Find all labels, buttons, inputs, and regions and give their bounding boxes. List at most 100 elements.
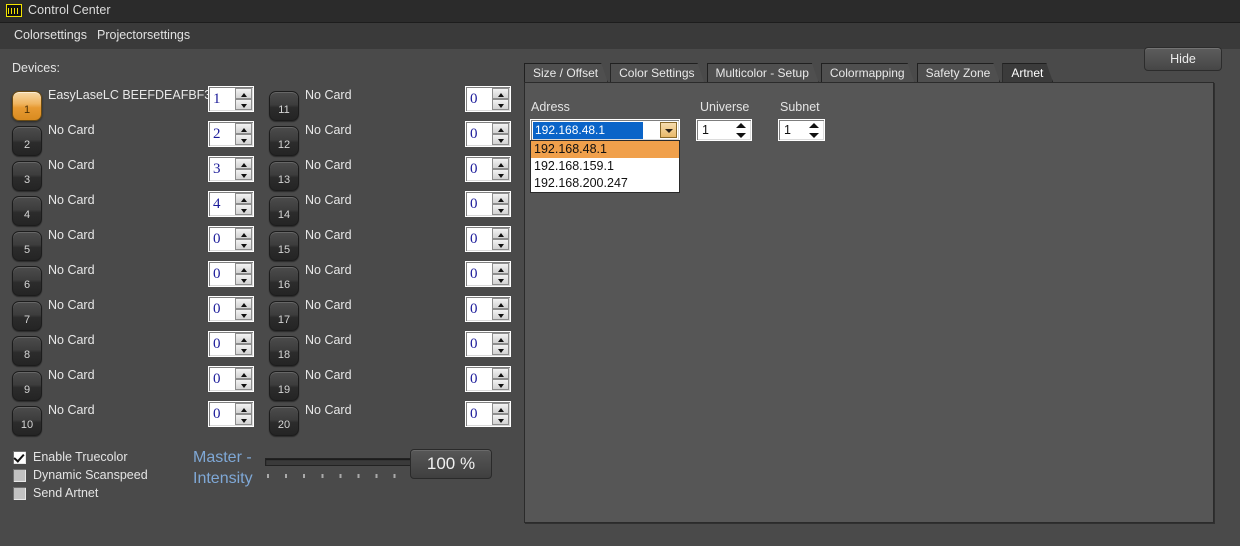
stepper-arrows-icon[interactable] bbox=[235, 403, 252, 425]
device-stepper-4[interactable]: 4 bbox=[208, 191, 254, 217]
stepper-down-icon[interactable] bbox=[235, 309, 252, 320]
device-stepper-16[interactable]: 0 bbox=[465, 261, 511, 287]
stepper-arrows-icon[interactable] bbox=[492, 228, 509, 250]
stepper-arrows-icon[interactable] bbox=[492, 368, 509, 390]
stepper-arrows-icon[interactable] bbox=[235, 368, 252, 390]
tab-multicolor-setup[interactable]: Multicolor - Setup bbox=[707, 63, 819, 83]
device-button-7[interactable]: 7 bbox=[12, 301, 42, 331]
stepper-arrows-icon[interactable] bbox=[235, 333, 252, 355]
device-stepper-8[interactable]: 0 bbox=[208, 331, 254, 357]
stepper-up-icon[interactable] bbox=[492, 228, 509, 239]
stepper-down-icon[interactable] bbox=[492, 274, 509, 285]
device-stepper-12[interactable]: 0 bbox=[465, 121, 511, 147]
stepper-arrows-icon[interactable] bbox=[492, 263, 509, 285]
stepper-up-icon[interactable] bbox=[235, 193, 252, 204]
device-button-1[interactable]: 1 bbox=[12, 91, 42, 121]
stepper-up-icon[interactable] bbox=[492, 123, 509, 134]
device-stepper-19[interactable]: 0 bbox=[465, 366, 511, 392]
stepper-arrows-icon[interactable] bbox=[492, 298, 509, 320]
slider-track[interactable] bbox=[265, 458, 430, 466]
stepper-down-icon[interactable] bbox=[492, 379, 509, 390]
stepper-arrows-icon[interactable] bbox=[492, 88, 509, 110]
device-button-20[interactable]: 20 bbox=[269, 406, 299, 436]
stepper-down-icon[interactable] bbox=[235, 204, 252, 215]
stepper-down-icon[interactable] bbox=[235, 239, 252, 250]
stepper-arrows-icon[interactable] bbox=[492, 403, 509, 425]
stepper-arrows-icon[interactable] bbox=[235, 88, 252, 110]
stepper-down-icon[interactable] bbox=[235, 134, 252, 145]
device-button-8[interactable]: 8 bbox=[12, 336, 42, 366]
stepper-arrows-icon[interactable] bbox=[492, 333, 509, 355]
stepper-down-icon[interactable] bbox=[235, 379, 252, 390]
stepper-arrows-icon[interactable] bbox=[492, 193, 509, 215]
checkbox-indicator[interactable] bbox=[13, 451, 26, 464]
master-intensity-slider[interactable] bbox=[265, 450, 433, 480]
device-stepper-1[interactable]: 1 bbox=[208, 86, 254, 112]
stepper-down-icon[interactable] bbox=[492, 414, 509, 425]
device-button-9[interactable]: 9 bbox=[12, 371, 42, 401]
stepper-down-icon[interactable] bbox=[235, 274, 252, 285]
stepper-up-icon[interactable] bbox=[492, 158, 509, 169]
checkbox-indicator[interactable] bbox=[13, 469, 26, 482]
address-combobox[interactable]: 192.168.48.1 bbox=[530, 119, 680, 141]
stepper-down-icon[interactable] bbox=[235, 99, 252, 110]
stepper-up-icon[interactable] bbox=[235, 88, 252, 99]
stepper-arrows-icon[interactable] bbox=[492, 123, 509, 145]
address-option-0[interactable]: 192.168.48.1 bbox=[531, 141, 679, 158]
device-button-4[interactable]: 4 bbox=[12, 196, 42, 226]
stepper-down-icon[interactable] bbox=[492, 134, 509, 145]
device-stepper-6[interactable]: 0 bbox=[208, 261, 254, 287]
device-button-14[interactable]: 14 bbox=[269, 196, 299, 226]
device-stepper-13[interactable]: 0 bbox=[465, 156, 511, 182]
stepper-up-icon[interactable] bbox=[235, 403, 252, 414]
stepper-arrows-icon[interactable] bbox=[808, 123, 819, 138]
stepper-up-icon[interactable] bbox=[492, 368, 509, 379]
universe-stepper[interactable]: 1 bbox=[696, 119, 752, 141]
stepper-up-icon[interactable] bbox=[235, 123, 252, 134]
stepper-up-icon[interactable] bbox=[235, 158, 252, 169]
address-option-2[interactable]: 192.168.200.247 bbox=[531, 175, 679, 192]
hide-button[interactable]: Hide bbox=[1144, 47, 1222, 71]
device-button-16[interactable]: 16 bbox=[269, 266, 299, 296]
stepper-up-icon[interactable] bbox=[235, 298, 252, 309]
stepper-arrows-icon[interactable] bbox=[235, 193, 252, 215]
device-stepper-15[interactable]: 0 bbox=[465, 226, 511, 252]
device-stepper-11[interactable]: 0 bbox=[465, 86, 511, 112]
device-button-19[interactable]: 19 bbox=[269, 371, 299, 401]
tab-color-settings[interactable]: Color Settings bbox=[610, 63, 704, 83]
stepper-arrows-icon[interactable] bbox=[735, 123, 746, 138]
device-stepper-18[interactable]: 0 bbox=[465, 331, 511, 357]
stepper-up-icon[interactable] bbox=[492, 193, 509, 204]
stepper-up-icon[interactable] bbox=[492, 333, 509, 344]
device-stepper-3[interactable]: 3 bbox=[208, 156, 254, 182]
address-dropdown-list[interactable]: 192.168.48.1192.168.159.1192.168.200.247 bbox=[530, 140, 680, 193]
menu-item-projectorsettings[interactable]: Projectorsettings bbox=[94, 27, 193, 43]
device-button-12[interactable]: 12 bbox=[269, 126, 299, 156]
stepper-down-icon[interactable] bbox=[235, 414, 252, 425]
stepper-arrows-icon[interactable] bbox=[235, 158, 252, 180]
stepper-arrows-icon[interactable] bbox=[235, 123, 252, 145]
device-button-2[interactable]: 2 bbox=[12, 126, 42, 156]
device-stepper-7[interactable]: 0 bbox=[208, 296, 254, 322]
device-button-3[interactable]: 3 bbox=[12, 161, 42, 191]
device-button-5[interactable]: 5 bbox=[12, 231, 42, 261]
device-button-10[interactable]: 10 bbox=[12, 406, 42, 436]
device-button-18[interactable]: 18 bbox=[269, 336, 299, 366]
stepper-up-icon[interactable] bbox=[235, 228, 252, 239]
device-stepper-5[interactable]: 0 bbox=[208, 226, 254, 252]
device-button-15[interactable]: 15 bbox=[269, 231, 299, 261]
checkbox-indicator[interactable] bbox=[13, 487, 26, 500]
stepper-up-icon[interactable] bbox=[492, 298, 509, 309]
stepper-down-icon[interactable] bbox=[492, 204, 509, 215]
device-stepper-10[interactable]: 0 bbox=[208, 401, 254, 427]
device-stepper-20[interactable]: 0 bbox=[465, 401, 511, 427]
stepper-arrows-icon[interactable] bbox=[235, 263, 252, 285]
stepper-down-icon[interactable] bbox=[235, 344, 252, 355]
tab-safety-zone[interactable]: Safety Zone bbox=[917, 63, 1001, 83]
stepper-down-icon[interactable] bbox=[492, 309, 509, 320]
device-button-17[interactable]: 17 bbox=[269, 301, 299, 331]
device-stepper-2[interactable]: 2 bbox=[208, 121, 254, 147]
menu-item-colorsettings[interactable]: Colorsettings bbox=[11, 27, 90, 43]
tab-colormapping[interactable]: Colormapping bbox=[821, 63, 915, 83]
stepper-up-icon[interactable] bbox=[235, 368, 252, 379]
